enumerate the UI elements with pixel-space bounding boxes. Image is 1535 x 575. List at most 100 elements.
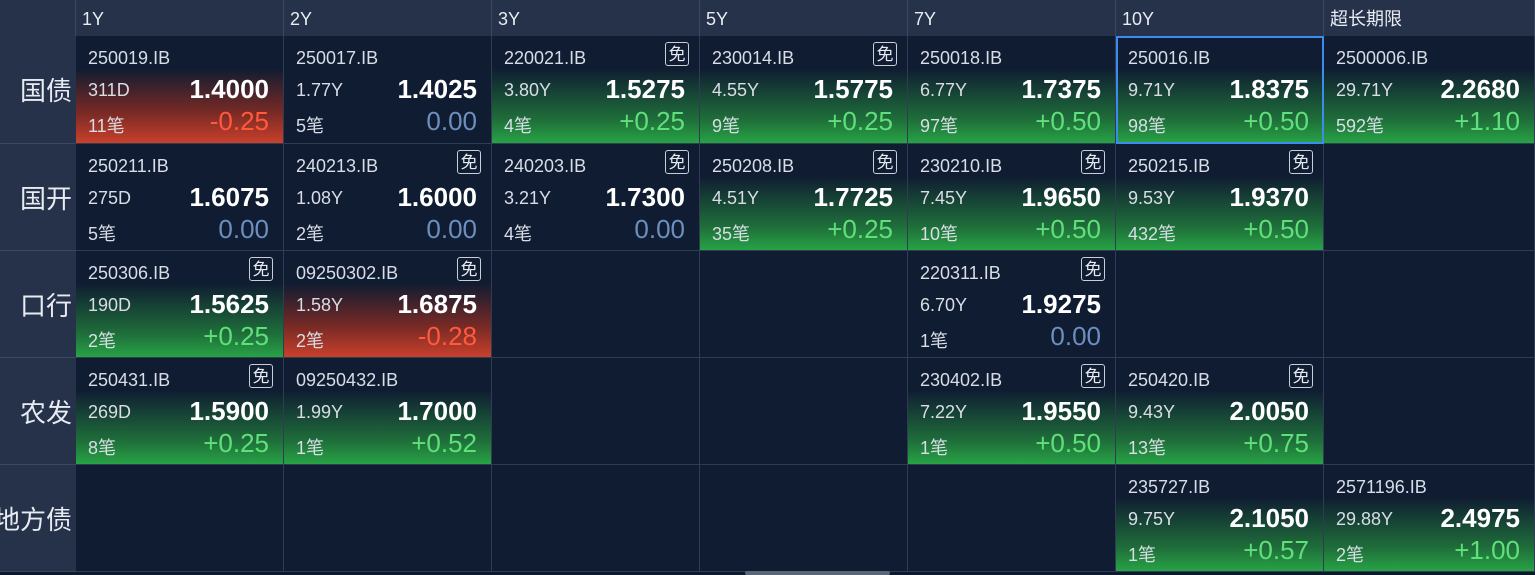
bond-quote-cell[interactable]: 250017.IB 1.77Y 1.4025 5笔 0.00: [284, 36, 492, 144]
trade-count: 1笔: [920, 438, 949, 458]
bond-quote-cell[interactable]: 250211.IB 275D 1.6075 5笔 0.00: [76, 144, 284, 251]
bond-quote-cell[interactable]: 230210.IB 免 7.45Y 1.9650 10笔 +0.50: [908, 144, 1116, 251]
bond-quote-cell[interactable]: 250019.IB 311D 1.4000 11笔 -0.25: [76, 36, 284, 144]
remaining-term: 6.77Y: [920, 80, 968, 100]
bond-quote-cell[interactable]: 250431.IB 免 269D 1.5900 8笔 +0.25: [76, 358, 284, 465]
column-header-5Y[interactable]: 5Y: [700, 0, 908, 36]
yield-value: 2.1050: [1229, 503, 1309, 533]
bond-quote-cell[interactable]: 250420.IB 免 9.43Y 2.0050 13笔 +0.75: [1116, 358, 1324, 465]
bond-code: 250019.IB: [88, 48, 171, 68]
bond-quote-cell[interactable]: 250016.IB 9.71Y 1.8375 98笔 +0.50: [1116, 36, 1324, 144]
row-label[interactable]: 口行: [0, 251, 76, 358]
column-header-10Y[interactable]: 10Y: [1116, 0, 1324, 36]
remaining-term: 190D: [88, 295, 132, 315]
bond-quote-cell[interactable]: 09250302.IB 免 1.58Y 1.6875 2笔 -0.28: [284, 251, 492, 358]
trade-count: 432笔: [1128, 224, 1177, 244]
yield-change: +0.52: [411, 428, 477, 458]
trade-count: 2笔: [296, 224, 325, 244]
bond-code: 250215.IB: [1128, 156, 1211, 176]
bond-quote-cell[interactable]: 2500006.IB 29.71Y 2.2680 592笔 +1.10: [1324, 36, 1535, 144]
trade-count: 98笔: [1128, 116, 1167, 136]
bond-code: 240203.IB: [504, 156, 587, 176]
empty-cell: [1116, 251, 1324, 358]
row-label[interactable]: 农发: [0, 358, 76, 465]
empty-cell: [908, 465, 1116, 572]
yield-value: 1.5275: [605, 74, 685, 104]
empty-cell: [700, 465, 908, 572]
row-label[interactable]: 地方债: [0, 465, 76, 572]
bond-quote-cell[interactable]: 09250432.IB 1.99Y 1.7000 1笔 +0.52: [284, 358, 492, 465]
yield-change: +1.00: [1454, 535, 1520, 565]
empty-cell: [492, 465, 700, 572]
row-label[interactable]: 国开: [0, 144, 76, 251]
column-header-3Y[interactable]: 3Y: [492, 0, 700, 36]
remaining-term: 311D: [88, 80, 130, 100]
yield-change: +0.50: [1035, 214, 1101, 244]
yield-change: +0.50: [1243, 106, 1309, 136]
tax-exempt-badge: 免: [249, 364, 273, 388]
bond-code: 230402.IB: [920, 370, 1003, 390]
horizontal-scrollbar[interactable]: [745, 571, 890, 575]
bond-quote-cell[interactable]: 230402.IB 免 7.22Y 1.9550 1笔 +0.50: [908, 358, 1116, 465]
yield-value: 2.0050: [1229, 396, 1309, 426]
bond-quote-cell[interactable]: 220311.IB 免 6.70Y 1.9275 1笔 0.00: [908, 251, 1116, 358]
yield-change: +0.57: [1243, 535, 1309, 565]
tax-exempt-badge: 免: [665, 42, 689, 66]
empty-cell: [76, 465, 284, 572]
bond-code: 250420.IB: [1128, 370, 1211, 390]
tax-exempt-badge: 免: [873, 42, 897, 66]
bond-code: 220311.IB: [920, 263, 1001, 283]
remaining-term: 1.58Y: [296, 295, 344, 315]
remaining-term: 3.21Y: [504, 188, 552, 208]
yield-change: 0.00: [634, 214, 685, 244]
bond-quote-cell[interactable]: 240213.IB 免 1.08Y 1.6000 2笔 0.00: [284, 144, 492, 251]
bond-quote-cell[interactable]: 250208.IB 免 4.51Y 1.7725 35笔 +0.25: [700, 144, 908, 251]
yield-change: +1.10: [1454, 106, 1520, 136]
bond-code: 220021.IB: [504, 48, 587, 68]
bond-code: 240213.IB: [296, 156, 379, 176]
empty-cell: [700, 251, 908, 358]
bond-code: 09250302.IB: [296, 263, 399, 283]
column-header-2Y[interactable]: 2Y: [284, 0, 492, 36]
column-header-7Y[interactable]: 7Y: [908, 0, 1116, 36]
bond-quote-cell[interactable]: 240203.IB 免 3.21Y 1.7300 4笔 0.00: [492, 144, 700, 251]
yield-change: +0.50: [1035, 428, 1101, 458]
column-header-1Y[interactable]: 1Y: [76, 0, 284, 36]
remaining-term: 29.88Y: [1336, 509, 1394, 529]
yield-change: +0.25: [827, 106, 893, 136]
trade-count: 11笔: [88, 116, 125, 136]
yield-change: +0.25: [619, 106, 685, 136]
bond-quote-cell[interactable]: 235727.IB 9.75Y 2.1050 1笔 +0.57: [1116, 465, 1324, 572]
trade-count: 4笔: [504, 224, 533, 244]
yield-value: 1.7725: [813, 182, 893, 212]
trade-count: 1笔: [920, 331, 949, 351]
bond-quote-cell[interactable]: 2571196.IB 29.88Y 2.4975 2笔 +1.00: [1324, 465, 1535, 572]
remaining-term: 6.70Y: [920, 295, 968, 315]
trade-count: 5笔: [296, 116, 325, 136]
tax-exempt-badge: 免: [249, 257, 273, 281]
trade-count: 4笔: [504, 116, 533, 136]
tax-exempt-badge: 免: [873, 150, 897, 174]
column-header-超长期限[interactable]: 超长期限: [1324, 0, 1535, 36]
bond-quote-cell[interactable]: 220021.IB 免 3.80Y 1.5275 4笔 +0.25: [492, 36, 700, 144]
remaining-term: 9.43Y: [1128, 402, 1176, 422]
empty-cell: [1324, 251, 1535, 358]
yield-value: 1.5775: [813, 74, 893, 104]
bond-quote-cell[interactable]: 250018.IB 6.77Y 1.7375 97笔 +0.50: [908, 36, 1116, 144]
bond-code: 230210.IB: [920, 156, 1003, 176]
empty-cell: [1324, 358, 1535, 465]
yield-value: 1.4000: [189, 74, 269, 104]
yield-change: +0.50: [1035, 106, 1101, 136]
remaining-term: 7.22Y: [920, 402, 968, 422]
tax-exempt-badge: 免: [1289, 150, 1313, 174]
bond-quote-cell[interactable]: 250306.IB 免 190D 1.5625 2笔 +0.25: [76, 251, 284, 358]
bond-quote-cell[interactable]: 250215.IB 免 9.53Y 1.9370 432笔 +0.50: [1116, 144, 1324, 251]
yield-value: 1.6000: [397, 182, 477, 212]
bond-quote-cell[interactable]: 230014.IB 免 4.55Y 1.5775 9笔 +0.25: [700, 36, 908, 144]
remaining-term: 275D: [88, 188, 132, 208]
yield-value: 1.9550: [1021, 396, 1101, 426]
remaining-term: 269D: [88, 402, 132, 422]
row-label[interactable]: 国债: [0, 36, 76, 144]
yield-value: 1.9650: [1021, 182, 1101, 212]
yield-value: 1.9275: [1021, 289, 1101, 319]
